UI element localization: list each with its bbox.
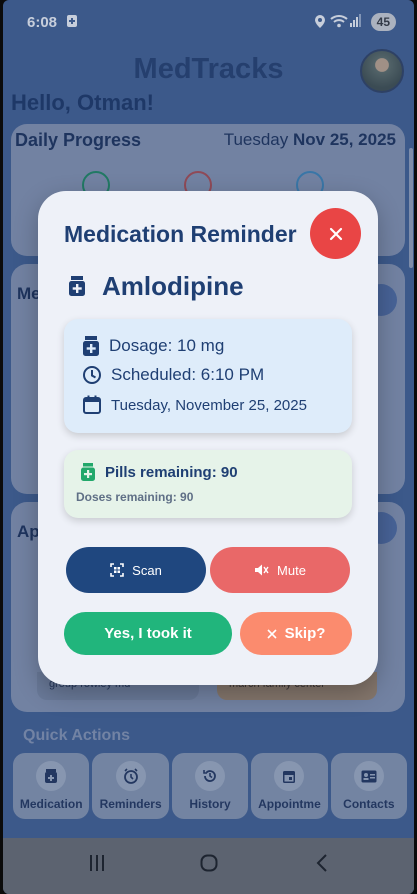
close-icon <box>267 628 277 639</box>
home-icon <box>200 854 218 872</box>
confirm-taken-button[interactable]: Yes, I took it <box>64 612 232 655</box>
confirm-taken-label: Yes, I took it <box>104 625 192 642</box>
home-button[interactable] <box>200 854 218 877</box>
recents-icon <box>90 855 104 871</box>
calendar-icon <box>83 395 101 414</box>
medication-name: Amlodipine <box>102 271 244 301</box>
pill-bottle-icon <box>81 463 95 481</box>
pills-remaining-text: Pills remaining: 90 <box>105 463 238 481</box>
scan-button[interactable]: Scan <box>66 547 206 593</box>
pill-bottle-icon <box>68 276 86 301</box>
date-row: Tuesday, November 25, 2025 <box>82 395 307 415</box>
scheduled-time-text: Scheduled: 6:10 PM <box>111 365 265 384</box>
skip-button-label: Skip? <box>284 625 326 642</box>
modal-title: Medication Reminder <box>64 221 297 247</box>
skip-button[interactable]: Skip? <box>240 612 352 655</box>
close-button[interactable] <box>310 208 361 259</box>
pills-remaining-card: Pills remaining: 90 Doses remaining: 90 <box>64 450 352 518</box>
scan-button-label: Scan <box>132 562 162 578</box>
dosage-info-card: Dosage: 10 mg Scheduled: 6:10 PM Tuesday… <box>64 319 352 433</box>
system-nav-bar <box>3 838 414 894</box>
mute-button-label: Mute <box>277 562 306 578</box>
clock-icon <box>83 366 101 384</box>
pill-bottle-icon <box>83 336 99 356</box>
dosage-row: Dosage: 10 mg <box>82 336 224 356</box>
recents-button[interactable] <box>89 854 105 877</box>
back-icon <box>316 854 327 872</box>
mute-icon <box>255 564 269 576</box>
pills-remaining-row: Pills remaining: 90 <box>80 463 238 481</box>
date-text: Tuesday, November 25, 2025 <box>111 396 307 414</box>
qr-scan-icon <box>110 563 124 577</box>
mute-button[interactable]: Mute <box>210 547 350 593</box>
doses-remaining-text: Doses remaining: 90 <box>76 490 194 504</box>
dosage-text: Dosage: 10 mg <box>109 336 225 355</box>
back-button[interactable] <box>316 854 328 877</box>
medication-reminder-modal: Medication Reminder Amlodipine Dosage: 1… <box>38 191 378 685</box>
close-icon <box>329 227 342 240</box>
scheduled-row: Scheduled: 6:10 PM <box>82 365 264 385</box>
app-screen: 6:08 45 MedTracks Hello, Otman! Daily Pr… <box>3 0 414 894</box>
